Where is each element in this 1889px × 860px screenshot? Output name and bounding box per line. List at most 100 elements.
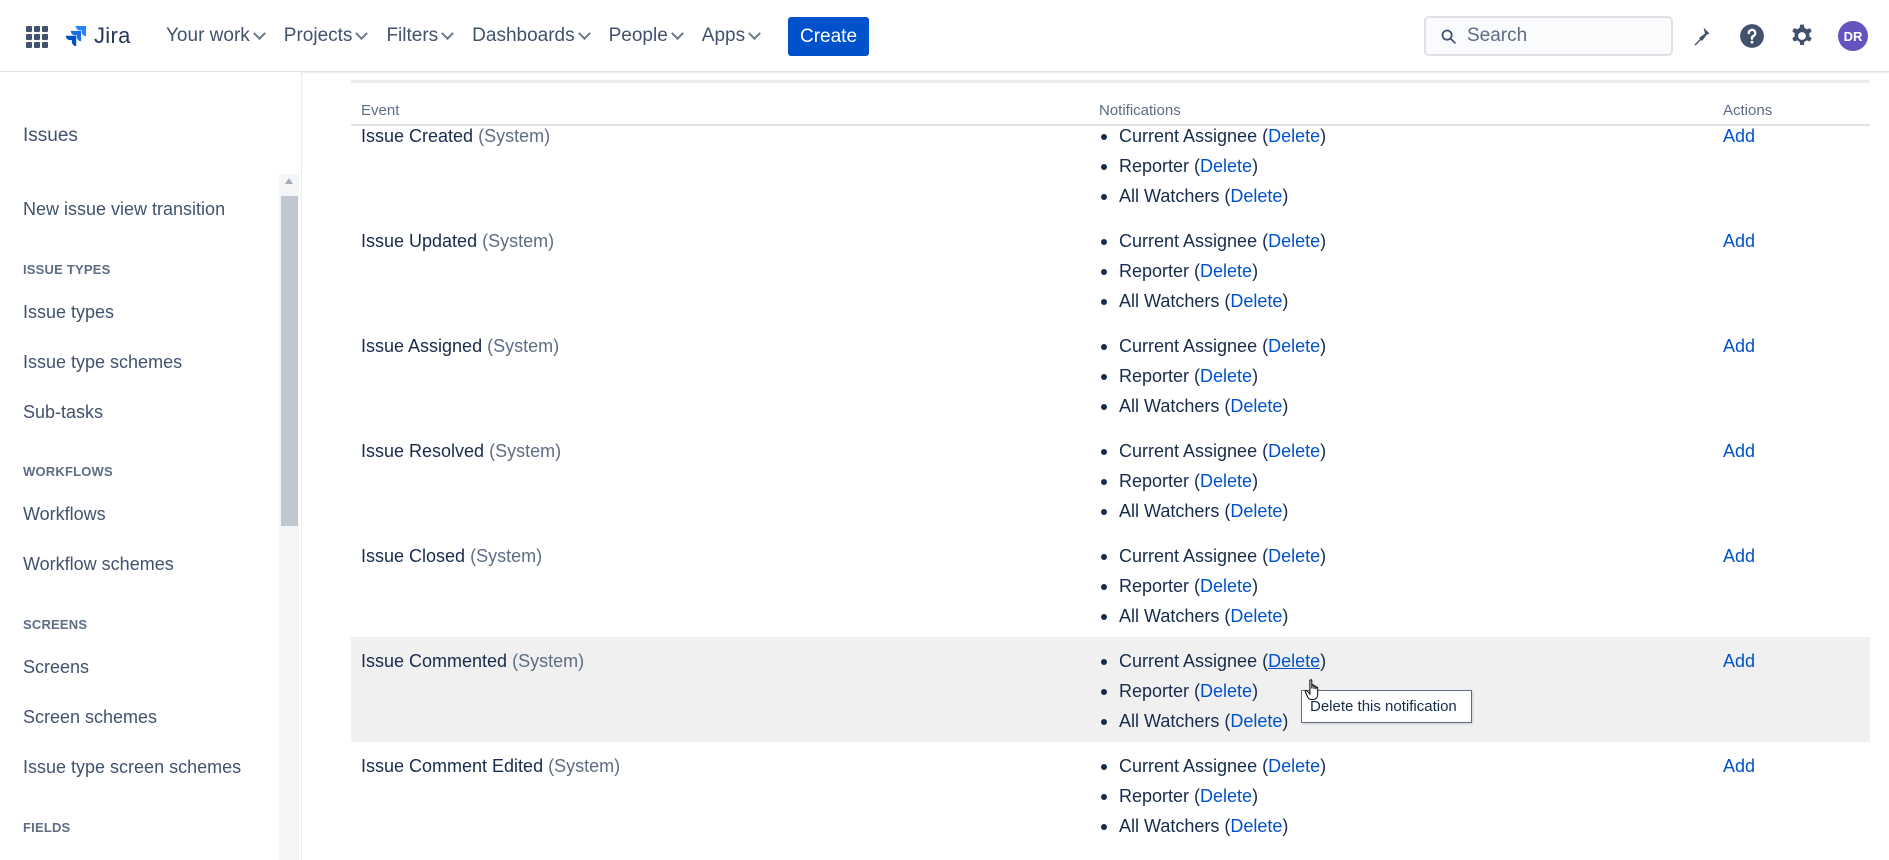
delete-notification-link[interactable]: Delete: [1268, 756, 1320, 776]
delete-notification-link[interactable]: Delete: [1230, 606, 1282, 626]
notification-item: Current Assignee (Delete): [1099, 126, 1326, 156]
sidebar-item-issue-type-screen-schemes[interactable]: Issue type screen schemes: [23, 757, 241, 778]
scrollbar-thumb[interactable]: [281, 196, 298, 526]
notification-item: Current Assignee (Delete): [1099, 441, 1326, 471]
system-tag: (System): [512, 651, 585, 671]
hand-cursor-icon: [1304, 679, 1319, 700]
app-switcher-icon[interactable]: [26, 26, 48, 48]
delete-notification-link[interactable]: Delete: [1200, 366, 1252, 386]
notification-item: Current Assignee (Delete): [1099, 756, 1326, 786]
event-label: Issue Commented: [361, 651, 508, 671]
add-notification-link[interactable]: Add: [1723, 756, 1755, 777]
notification-list: Current Assignee (Delete) Reporter (Delet…: [1099, 441, 1326, 531]
notification-recipient: All Watchers: [1119, 711, 1220, 731]
notification-scheme-table: Event Notifications Actions Issue Create…: [351, 72, 1870, 860]
user-avatar[interactable]: DR: [1838, 21, 1868, 51]
delete-notification-link[interactable]: Delete: [1230, 816, 1282, 836]
chevron-down-icon: [441, 26, 455, 40]
add-notification-link[interactable]: Add: [1723, 231, 1755, 252]
delete-notification-link[interactable]: Delete: [1200, 576, 1252, 596]
notification-recipient: Reporter: [1119, 261, 1190, 281]
sidebar-item-screen-schemes[interactable]: Screen schemes: [23, 707, 157, 728]
jira-logo[interactable]: Jira: [64, 22, 131, 50]
notification-item: Reporter (Delete): [1099, 786, 1326, 816]
settings-icon[interactable]: [1786, 20, 1818, 52]
table-row: Issue Created (System) Current Assignee (…: [351, 112, 1870, 217]
chevron-down-icon: [355, 26, 369, 40]
notification-list: Current Assignee (Delete) Reporter (Delet…: [1099, 546, 1326, 636]
nav-projects[interactable]: Projects: [274, 16, 377, 56]
nav-people[interactable]: People: [599, 16, 692, 56]
sidebar-item-issue-types[interactable]: Issue types: [23, 302, 114, 323]
delete-notification-link[interactable]: Delete: [1268, 126, 1320, 146]
event-label: Issue Assigned: [361, 336, 483, 356]
jira-logo-icon: [65, 26, 86, 47]
chevron-down-icon: [670, 26, 684, 40]
primary-nav: Your work Projects Filters Dashboards Pe…: [156, 16, 769, 56]
system-tag: (System): [487, 336, 560, 356]
notification-recipient: All Watchers: [1119, 396, 1220, 416]
sidebar-item-new-issue-view-transition[interactable]: New issue view transition: [23, 199, 225, 220]
delete-notification-link[interactable]: Delete: [1230, 396, 1282, 416]
table-row: Issue Updated (System) Current Assignee (…: [351, 217, 1870, 322]
event-label: Issue Closed: [361, 546, 466, 566]
notification-list: Current Assignee (Delete) Reporter (Delet…: [1099, 651, 1326, 741]
jira-logo-text: Jira: [94, 23, 131, 48]
delete-notification-link[interactable]: Delete: [1268, 546, 1320, 566]
delete-notification-link[interactable]: Delete: [1268, 336, 1320, 356]
notification-item: All Watchers (Delete): [1099, 396, 1326, 426]
notification-item: Current Assignee (Delete): [1099, 336, 1326, 366]
system-tag: (System): [478, 126, 551, 146]
notifications-icon[interactable]: [1685, 20, 1717, 52]
delete-notification-link[interactable]: Delete: [1230, 501, 1282, 521]
notification-item: Current Assignee (Delete): [1099, 231, 1326, 261]
notification-recipient: Reporter: [1119, 471, 1190, 491]
notification-item: All Watchers (Delete): [1099, 711, 1326, 741]
notification-list: Current Assignee (Delete) Reporter (Delet…: [1099, 126, 1326, 216]
nav-filters[interactable]: Filters: [376, 16, 462, 56]
sidebar-item-issue-type-schemes[interactable]: Issue type schemes: [23, 352, 182, 373]
help-icon[interactable]: [1736, 20, 1768, 52]
sidebar-title: Issues: [23, 125, 78, 146]
notification-item: Reporter (Delete): [1099, 681, 1326, 711]
nav-dashboards[interactable]: Dashboards: [462, 16, 598, 56]
search-input[interactable]: [1467, 25, 1667, 47]
sidebar-heading-issue-types: ISSUE TYPES: [23, 262, 111, 277]
delete-notification-link[interactable]: Delete: [1200, 261, 1252, 281]
delete-notification-link[interactable]: Delete: [1200, 156, 1252, 176]
search-box[interactable]: [1424, 16, 1673, 56]
sidebar-scrollbar[interactable]: [279, 174, 299, 860]
notification-list: Current Assignee (Delete) Reporter (Delet…: [1099, 336, 1326, 426]
sidebar-item-sub-tasks[interactable]: Sub-tasks: [23, 402, 103, 423]
sidebar-heading-fields: FIELDS: [23, 820, 71, 835]
notification-item: All Watchers (Delete): [1099, 291, 1326, 321]
event-name: Issue Comment Edited (System): [361, 756, 620, 777]
notification-recipient: Current Assignee: [1119, 756, 1258, 776]
notification-item: All Watchers (Delete): [1099, 816, 1326, 846]
sidebar-item-workflows[interactable]: Workflows: [23, 504, 106, 525]
notification-recipient: Current Assignee: [1119, 336, 1258, 356]
delete-notification-link[interactable]: Delete: [1268, 231, 1320, 251]
sidebar-item-workflow-schemes[interactable]: Workflow schemes: [23, 554, 174, 575]
sidebar-item-screens[interactable]: Screens: [23, 657, 89, 678]
create-button[interactable]: Create: [788, 17, 869, 56]
add-notification-link[interactable]: Add: [1723, 546, 1755, 567]
delete-notification-link[interactable]: Delete: [1200, 681, 1252, 701]
delete-notification-link[interactable]: Delete: [1230, 291, 1282, 311]
nav-your-work[interactable]: Your work: [156, 16, 274, 56]
delete-notification-link[interactable]: Delete: [1268, 441, 1320, 461]
add-notification-link[interactable]: Add: [1723, 336, 1755, 357]
notification-item: All Watchers (Delete): [1099, 606, 1326, 636]
add-notification-link[interactable]: Add: [1723, 441, 1755, 462]
chevron-down-icon: [748, 26, 761, 40]
nav-apps[interactable]: Apps: [692, 16, 769, 56]
delete-notification-link[interactable]: Delete: [1200, 786, 1252, 806]
notification-recipient: Reporter: [1119, 681, 1190, 701]
delete-notification-link[interactable]: Delete: [1230, 711, 1282, 731]
add-notification-link[interactable]: Add: [1723, 126, 1755, 147]
delete-notification-link[interactable]: Delete: [1200, 471, 1252, 491]
delete-notification-link[interactable]: Delete: [1268, 651, 1320, 671]
delete-notification-link[interactable]: Delete: [1230, 186, 1282, 206]
scroll-up-arrow-icon[interactable]: [285, 178, 293, 184]
add-notification-link[interactable]: Add: [1723, 651, 1755, 672]
